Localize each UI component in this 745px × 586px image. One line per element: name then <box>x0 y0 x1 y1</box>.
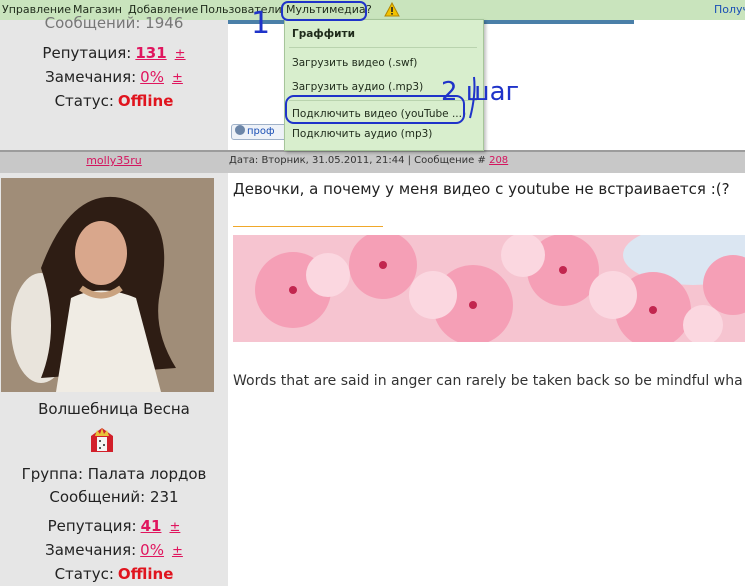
annotation-circle-youtube <box>285 95 465 124</box>
annotation-step1: 1 <box>251 6 270 41</box>
annotation-step2: 2 шаг <box>441 77 519 107</box>
annotation-overlay: 1 2 шаг <box>251 1 519 124</box>
annotation-circle-multimedia <box>281 1 367 21</box>
